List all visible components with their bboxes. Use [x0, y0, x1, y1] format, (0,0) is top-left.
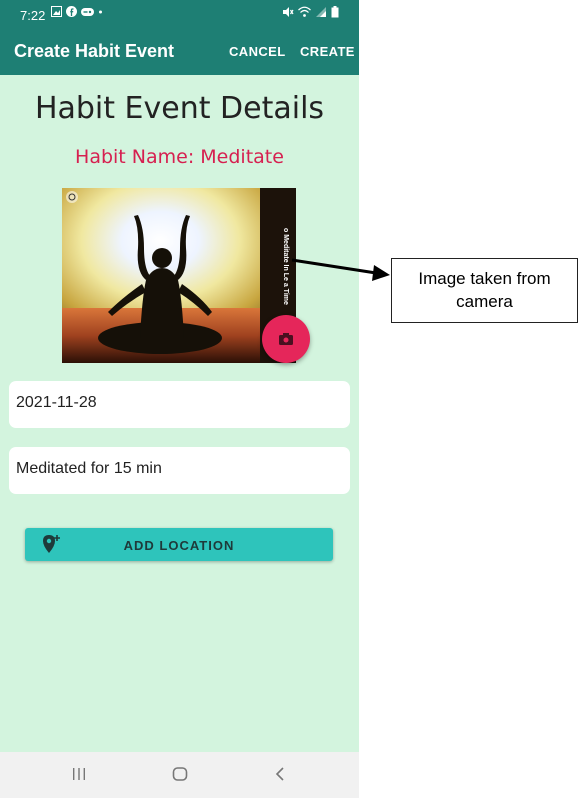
- screen-title: Create Habit Event: [14, 41, 175, 61]
- photo-overlay-text: o Meditate In Le a Time: [282, 228, 289, 305]
- phone-screen: 7:22 Create Habit Event CANCEL CREATE Ha…: [0, 0, 359, 798]
- system-icons: [282, 6, 339, 18]
- mute-icon: [283, 7, 294, 17]
- annotation-line-1: Image taken from: [418, 269, 551, 288]
- callout-arrow: [291, 258, 390, 281]
- status-time: 7:22: [20, 8, 46, 23]
- dot-icon: [99, 10, 102, 14]
- back-icon[interactable]: [272, 765, 290, 783]
- page-heading: Habit Event Details: [34, 91, 325, 126]
- comment-value: Meditated for 15 min: [16, 460, 162, 477]
- game-icon: [81, 8, 94, 16]
- home-icon[interactable]: [171, 765, 189, 783]
- annotation-line-2: camera: [456, 292, 513, 311]
- rotate-icon: [66, 191, 78, 203]
- facebook-icon: [66, 6, 77, 17]
- date-value: 2021-11-28: [16, 394, 97, 411]
- date-field[interactable]: 2021-11-28: [9, 381, 350, 428]
- android-nav-bar: [0, 752, 359, 798]
- habit-name-label: Habit Name: Meditate: [75, 146, 284, 168]
- create-button[interactable]: CREATE: [300, 44, 355, 59]
- add-location-button[interactable]: ADD LOCATION: [25, 528, 333, 561]
- comment-field[interactable]: Meditated for 15 min: [9, 447, 350, 494]
- habit-event-photo: o Meditate In Le a Time: [62, 188, 296, 363]
- app-bar: Create Habit Event CANCEL CREATE: [0, 30, 359, 75]
- camera-icon: [279, 333, 293, 345]
- recents-icon[interactable]: [70, 765, 88, 783]
- signal-icon: [316, 7, 326, 17]
- annotation-callout: Image taken from camera: [391, 258, 578, 323]
- image-icon: [51, 6, 62, 17]
- status-bar: 7:22: [0, 0, 359, 30]
- camera-button[interactable]: [262, 315, 310, 363]
- wifi-icon: [298, 6, 311, 17]
- cancel-button[interactable]: CANCEL: [229, 44, 286, 59]
- notification-icons: [51, 6, 103, 17]
- battery-icon: [331, 6, 339, 18]
- add-location-label: ADD LOCATION: [123, 538, 235, 553]
